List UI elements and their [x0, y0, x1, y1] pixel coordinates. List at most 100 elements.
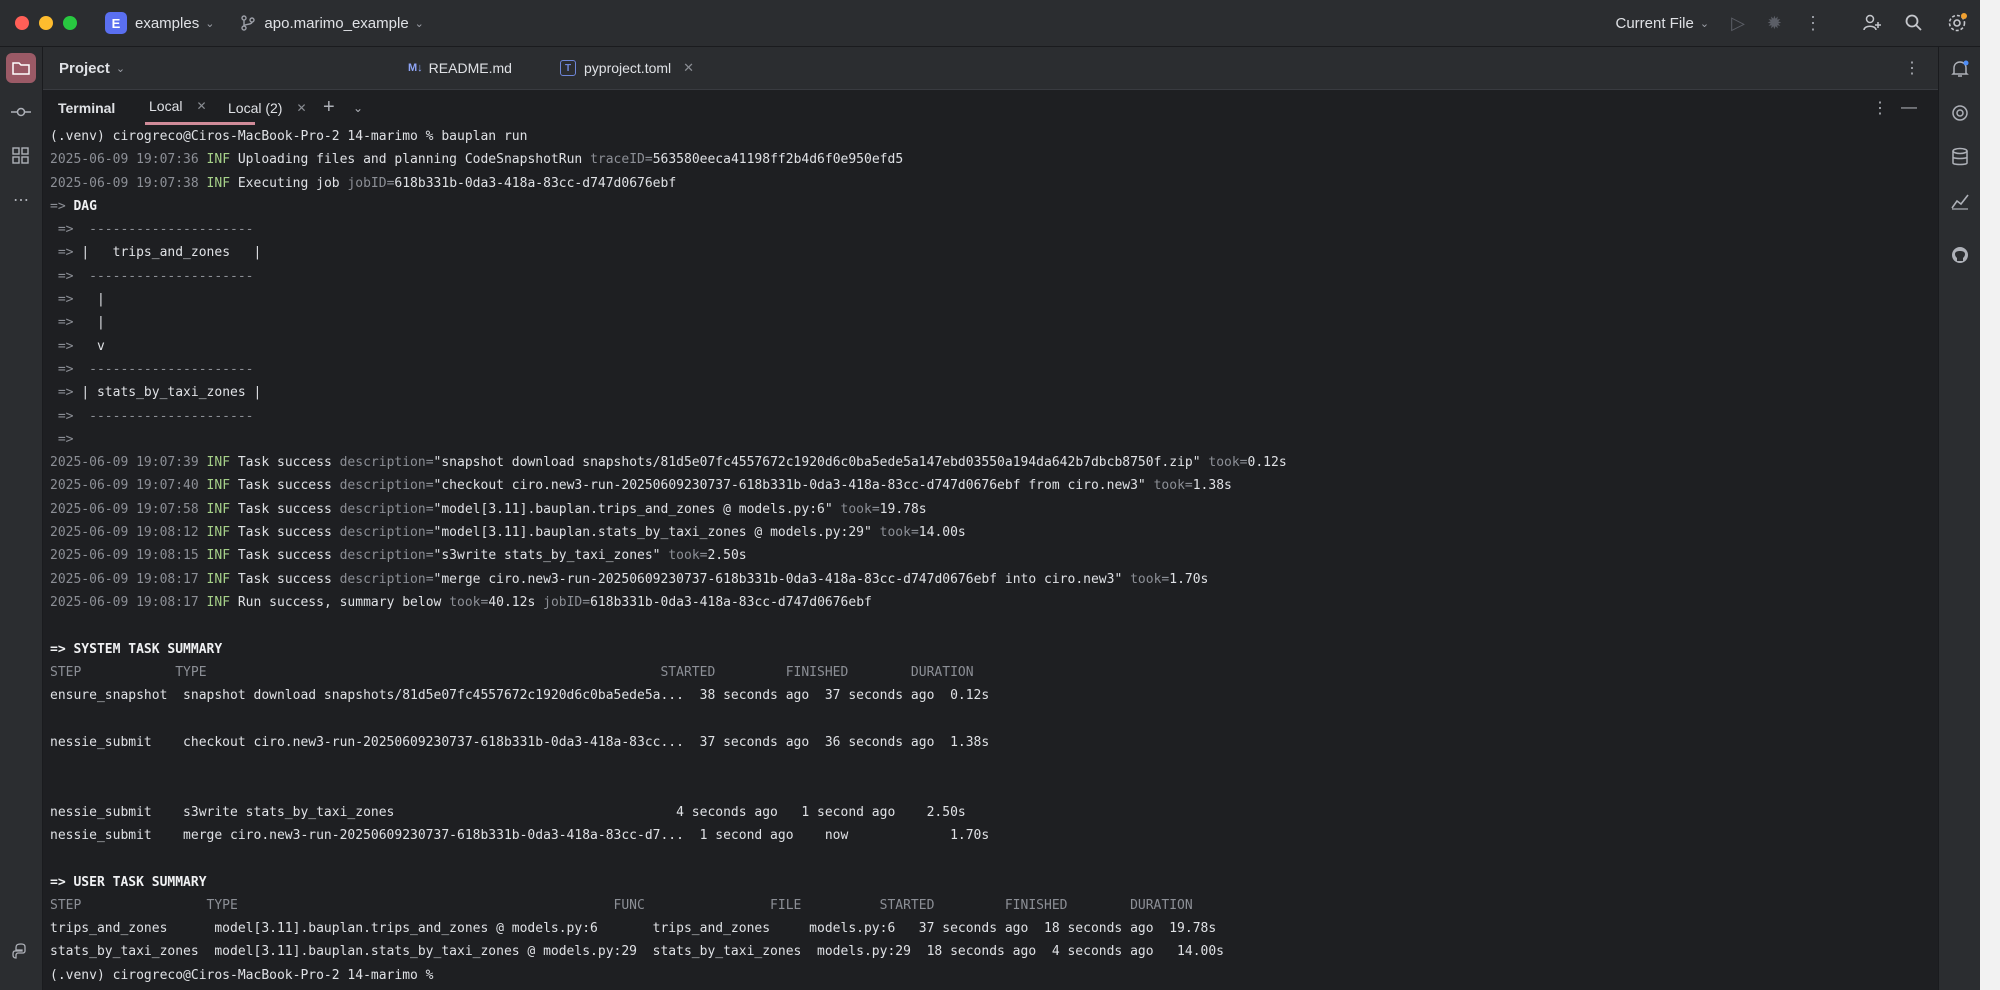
- debug-icon[interactable]: ✹: [1767, 13, 1782, 34]
- git-branch-icon: [241, 15, 256, 31]
- terminal-line: nessie_submit s3write stats_by_taxi_zone…: [50, 801, 1930, 824]
- project-name[interactable]: examples: [135, 15, 199, 32]
- profiler-chart-icon[interactable]: [1948, 189, 1972, 213]
- right-tool-strip: [1938, 47, 1981, 990]
- terminal-line: STEP TYPE FUNC FILE STARTED FINISHED DUR…: [50, 894, 1930, 917]
- markdown-icon: M↓: [408, 62, 423, 74]
- run-config-selector[interactable]: Current File: [1615, 15, 1693, 32]
- terminal-line: nessie_submit checkout ciro.new3-run-202…: [50, 731, 1930, 754]
- chevron-down-icon[interactable]: ⌄: [116, 62, 125, 75]
- terminal-text: nessie_submit merge ciro.new3-run-202506…: [50, 827, 990, 843]
- terminal-text: STEP TYPE FUNC FILE STARTED FINISHED DUR…: [50, 897, 1193, 913]
- zoom-window-button[interactable]: [63, 16, 77, 30]
- terminal-line: 2025-06-09 19:07:39 INF Task success des…: [50, 451, 1930, 474]
- close-window-button[interactable]: [15, 16, 29, 30]
- terminal-text: Task success: [230, 455, 340, 471]
- terminal-text: => ---------------------: [50, 408, 254, 424]
- terminal-text: jobID=: [543, 594, 591, 610]
- terminal-text: trips_and_zones model[3.11].bauplan.trip…: [50, 921, 1217, 937]
- terminal-text: =>: [50, 198, 74, 214]
- chevron-down-icon[interactable]: ⌄: [415, 17, 424, 30]
- terminal-text: 2025-06-09 19:08:12: [50, 525, 207, 541]
- project-folder-icon[interactable]: [6, 53, 36, 83]
- terminal-text: 2025-06-09 19:07:40: [50, 478, 207, 494]
- structure-icon[interactable]: [6, 141, 36, 171]
- project-badge-icon[interactable]: E: [105, 12, 127, 34]
- ai-assistant-icon[interactable]: [1948, 101, 1972, 125]
- terminal-line: => |: [50, 288, 1930, 311]
- terminal-text: 618b331b-0da3-418a-83cc-d747d0676ebf: [590, 594, 872, 610]
- editor-options-icon[interactable]: ⋮: [1904, 58, 1920, 78]
- terminal-title: Terminal: [58, 99, 116, 116]
- tab-readme[interactable]: M↓ README.md: [408, 47, 512, 89]
- window-controls: [15, 16, 77, 30]
- terminal-line: => | trips_and_zones |: [50, 241, 1930, 264]
- terminal-line: 2025-06-09 19:07:58 INF Task success des…: [50, 498, 1930, 521]
- terminal-output[interactable]: (.venv) cirogreco@Ciros-MacBook-Pro-2 14…: [50, 125, 1930, 990]
- more-actions-icon[interactable]: ⋮: [1804, 13, 1822, 34]
- terminal-line: => ---------------------: [50, 358, 1930, 381]
- terminal-line: => DAG: [50, 195, 1930, 218]
- database-icon[interactable]: [1948, 145, 1972, 169]
- minimize-panel-icon[interactable]: —: [1901, 90, 1917, 125]
- terminal-text: Task success: [230, 478, 340, 494]
- notifications-bell-icon[interactable]: [1948, 57, 1972, 81]
- terminal-line: =>: [50, 428, 1930, 451]
- terminal-text: Task success: [230, 571, 340, 587]
- new-tab-plus-icon[interactable]: +: [323, 90, 335, 125]
- terminal-text: description=: [339, 478, 434, 494]
- terminal-line: => ---------------------: [50, 405, 1930, 428]
- terminal-text: INF: [206, 501, 231, 517]
- more-tools-icon[interactable]: ⋯: [6, 185, 36, 215]
- chevron-down-icon[interactable]: ⌄: [205, 17, 214, 30]
- terminal-text: "merge ciro.new3-run-20250609230737-618b…: [433, 571, 1131, 587]
- terminal-text: took=: [668, 548, 708, 564]
- terminal-text: | stats_by_taxi_zones |: [81, 385, 262, 401]
- terminal-text: stats_by_taxi_zones model[3.11].bauplan.…: [50, 944, 1224, 960]
- editor-tab-bar: Project ⌄ M↓ README.md T pyproject.toml …: [43, 47, 1938, 89]
- chevron-down-icon[interactable]: ⌄: [1700, 17, 1709, 30]
- terminal-text: (.venv) cirogreco@Ciros-MacBook-Pro-2 14…: [50, 129, 528, 144]
- terminal-line: (.venv) cirogreco@Ciros-MacBook-Pro-2 14…: [50, 964, 1930, 987]
- terminal-text: 40.12s: [488, 594, 544, 610]
- terminal-text: Task success: [230, 501, 340, 517]
- terminal-text: |: [81, 292, 105, 308]
- terminal-text: 563580eeca41198ff2b4d6f0e950efd5: [652, 152, 904, 168]
- close-tab-icon[interactable]: ✕: [196, 99, 206, 113]
- commit-icon[interactable]: [6, 97, 36, 127]
- terminal-line: => |: [50, 311, 1930, 334]
- terminal-text: took=: [1153, 478, 1193, 494]
- minimize-window-button[interactable]: [39, 16, 53, 30]
- close-tab-icon[interactable]: ✕: [683, 60, 694, 76]
- terminal-text: jobID=: [347, 175, 395, 191]
- terminal-text: => ---------------------: [50, 268, 254, 284]
- add-user-icon[interactable]: [1862, 13, 1882, 33]
- terminal-text: 19.78s: [879, 501, 927, 517]
- search-icon[interactable]: [1904, 13, 1924, 33]
- chevron-down-icon[interactable]: ⌄: [353, 90, 363, 125]
- run-icon[interactable]: ▷: [1731, 13, 1745, 34]
- tab-local-2[interactable]: Local (2) ✕: [228, 90, 307, 125]
- python-console-icon[interactable]: [6, 937, 36, 967]
- branch-name[interactable]: apo.marimo_example: [264, 15, 408, 32]
- terminal-line: => v: [50, 335, 1930, 358]
- terminal-options-icon[interactable]: ⋮: [1872, 90, 1888, 125]
- github-icon[interactable]: [1948, 243, 1972, 267]
- terminal-text: => SYSTEM TASK SUMMARY: [50, 641, 223, 657]
- terminal-text: traceID=: [590, 152, 653, 168]
- terminal-text: 2025-06-09 19:08:17: [50, 594, 207, 610]
- terminal-text: "checkout ciro.new3-run-20250609230737-6…: [433, 478, 1154, 494]
- terminal-text: INF: [206, 152, 231, 168]
- terminal-text: =>: [50, 385, 82, 401]
- terminal-line: ensure_snapshot snapshot download snapsh…: [50, 684, 1930, 707]
- terminal-text: INF: [206, 525, 231, 541]
- project-view-label[interactable]: Project: [59, 60, 110, 77]
- tab-label: Local: [149, 98, 183, 114]
- terminal-text: took=: [879, 525, 919, 541]
- close-tab-icon[interactable]: ✕: [296, 101, 306, 115]
- tab-pyproject[interactable]: T pyproject.toml ✕: [560, 47, 694, 89]
- terminal-text: INF: [206, 455, 231, 471]
- settings-gear-icon[interactable]: [1946, 12, 1968, 34]
